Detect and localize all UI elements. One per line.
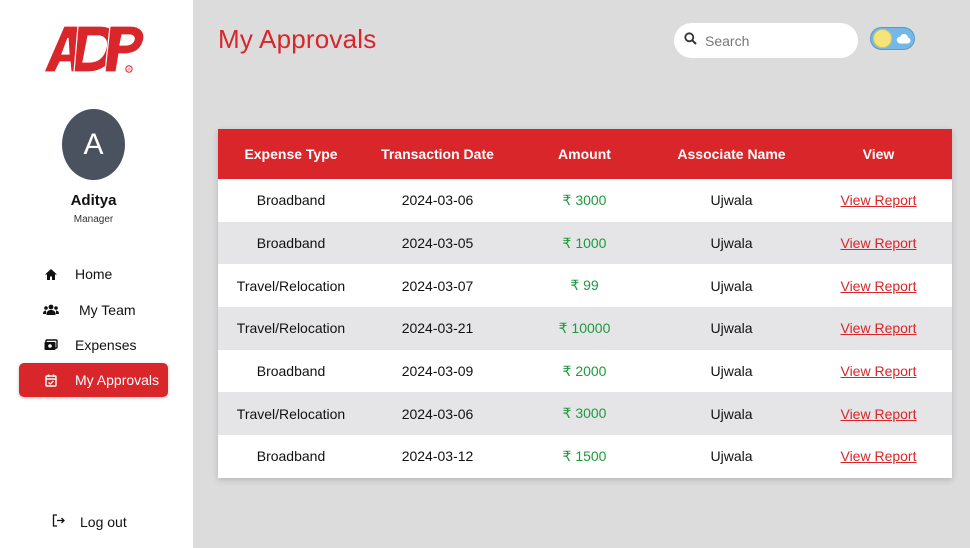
cell-transaction-date: 2024-03-21 [401, 320, 474, 337]
logout-label: Log out [80, 514, 127, 530]
nav-item-expenses[interactable]: Expenses [19, 328, 168, 362]
avatar-initial: A [83, 127, 104, 161]
column-header-amount[interactable]: Amount [511, 129, 658, 179]
view-report-link[interactable]: View Report [840, 406, 916, 422]
cell-amount: ₹ 1500 [562, 447, 607, 464]
table-row: Travel/Relocation 2024-03-21 ₹ 10000 Ujw… [218, 307, 952, 350]
table-row: Broadband 2024-03-06 ₹ 3000 Ujwala View … [218, 179, 952, 222]
cell-transaction-date: 2024-03-09 [401, 363, 474, 380]
cell-expense-type: Travel/Relocation [236, 405, 346, 422]
cell-amount: ₹ 3000 [562, 191, 607, 208]
theme-toggle[interactable] [870, 27, 915, 50]
team-icon [43, 302, 59, 318]
logout-button[interactable]: Log out [52, 514, 127, 530]
table-row: Travel/Relocation 2024-03-06 ₹ 3000 Ujwa… [218, 392, 952, 436]
cell-amount: ₹ 10000 [558, 319, 611, 336]
cell-transaction-date: 2024-03-06 [401, 192, 474, 209]
cell-transaction-date: 2024-03-06 [401, 405, 474, 422]
page-title: My Approvals [218, 24, 377, 54]
cell-associate-name: Ujwala [710, 405, 753, 422]
cell-amount: ₹ 99 [570, 277, 599, 294]
cloud-icon [896, 34, 911, 44]
view-report-link[interactable]: View Report [840, 448, 916, 464]
cell-transaction-date: 2024-03-07 [401, 277, 474, 294]
cell-expense-type: Travel/Relocation [236, 320, 346, 337]
sidebar: ® A Aditya Manager Home My Team Expenses… [0, 0, 193, 548]
cell-expense-type: Broadband [256, 448, 326, 465]
cell-amount: ₹ 3000 [562, 405, 607, 422]
cell-expense-type: Broadband [256, 363, 326, 380]
view-report-link[interactable]: View Report [840, 192, 916, 208]
sun-icon [873, 29, 892, 48]
search-box[interactable] [674, 23, 858, 58]
adp-logo[interactable]: ® [42, 20, 146, 76]
cell-associate-name: Ujwala [710, 235, 753, 252]
cell-expense-type: Travel/Relocation [236, 277, 346, 294]
table-row: Broadband 2024-03-09 ₹ 2000 Ujwala View … [218, 349, 952, 393]
avatar[interactable]: A [62, 109, 125, 180]
logout-icon [52, 514, 68, 530]
column-header-transaction-date[interactable]: Transaction Date [364, 129, 511, 179]
nav-label-my-approvals: My Approvals [75, 372, 160, 388]
cell-expense-type: Broadband [256, 235, 326, 252]
home-icon [43, 266, 59, 282]
cell-associate-name: Ujwala [710, 448, 753, 465]
cell-associate-name: Ujwala [710, 320, 753, 337]
nav-label-expenses: Expenses [75, 337, 137, 353]
view-report-link[interactable]: View Report [840, 235, 916, 251]
column-header-view: View [862, 146, 895, 162]
cell-transaction-date: 2024-03-05 [401, 235, 474, 252]
cell-expense-type: Broadband [256, 192, 326, 209]
expenses-icon [43, 337, 59, 353]
search-input[interactable] [705, 32, 845, 49]
column-header-expense-type[interactable]: Expense Type [218, 129, 364, 179]
user-role: Manager [73, 214, 114, 225]
cell-amount: ₹ 1000 [562, 234, 607, 251]
nav-item-my-approvals[interactable]: My Approvals [19, 363, 168, 397]
cell-associate-name: Ujwala [710, 277, 753, 294]
table-row: Broadband 2024-03-05 ₹ 1000 Ujwala View … [218, 221, 952, 265]
cell-associate-name: Ujwala [710, 363, 753, 380]
search-icon [684, 31, 697, 50]
nav-label-my-team: My Team [79, 302, 136, 318]
user-name: Aditya [70, 192, 117, 209]
view-report-link[interactable]: View Report [840, 363, 916, 379]
table-row: Travel/Relocation 2024-03-07 ₹ 99 Ujwala… [218, 264, 952, 308]
view-report-link[interactable]: View Report [840, 320, 916, 336]
nav-label-home: Home [75, 266, 113, 282]
cell-associate-name: Ujwala [710, 192, 753, 209]
nav-item-home[interactable]: Home [19, 257, 168, 291]
table-row: Broadband 2024-03-12 ₹ 1500 Ujwala View … [218, 435, 952, 478]
approvals-table: Expense Type Transaction Date Amount Ass… [218, 129, 952, 478]
cell-amount: ₹ 2000 [562, 362, 607, 379]
column-header-associate-name[interactable]: Associate Name [658, 129, 805, 179]
view-report-link[interactable]: View Report [840, 278, 916, 294]
nav-item-my-team[interactable]: My Team [19, 293, 168, 327]
approvals-icon [43, 372, 59, 388]
table-header-row: Expense Type Transaction Date Amount Ass… [218, 129, 952, 179]
cell-transaction-date: 2024-03-12 [401, 448, 474, 465]
